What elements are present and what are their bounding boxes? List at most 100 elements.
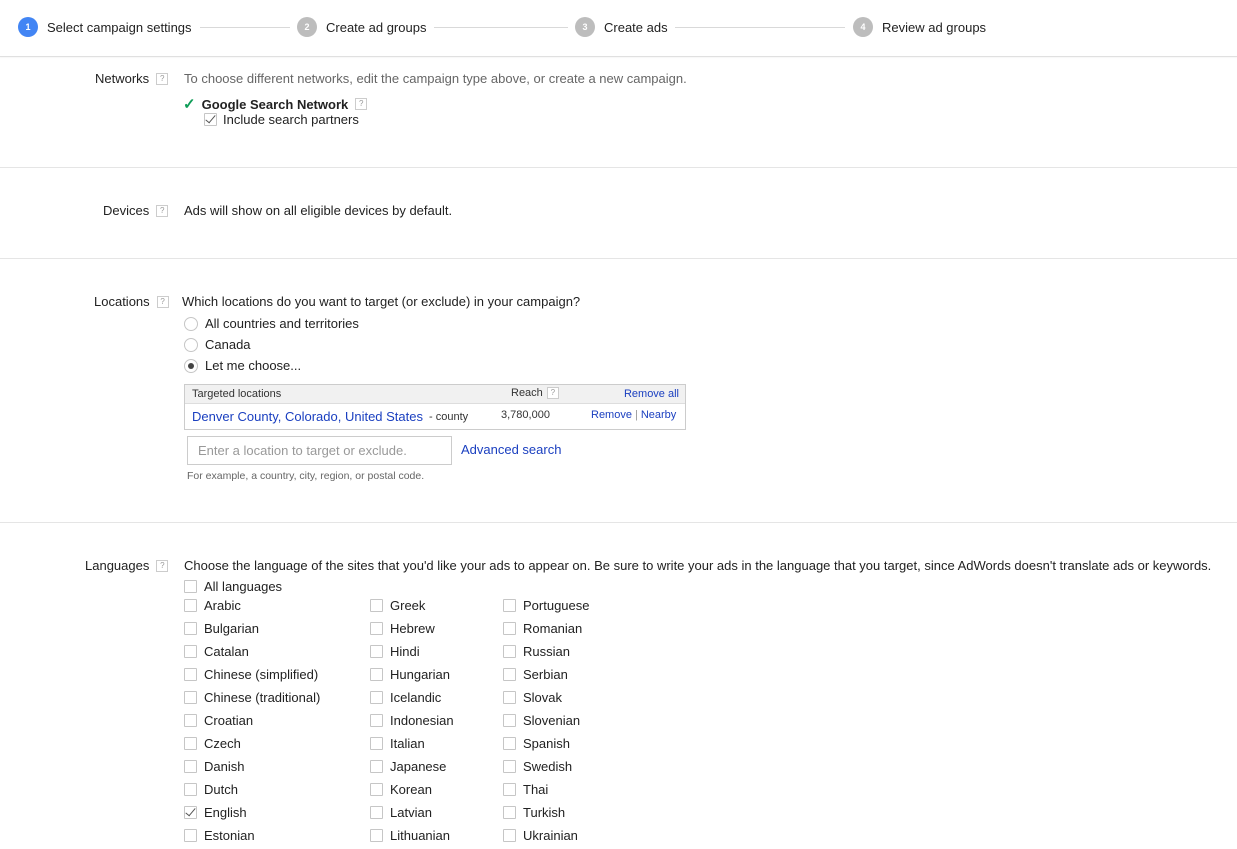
language-option[interactable]: Danish [184,759,244,774]
language-option[interactable]: Turkish [503,805,565,820]
checkbox[interactable] [503,760,516,773]
language-option[interactable]: Estonian [184,828,255,843]
checkbox[interactable] [184,622,197,635]
location-search-input[interactable] [187,436,452,465]
remove-link[interactable]: Remove [591,409,632,421]
checkbox[interactable] [184,783,197,796]
header-targeted-locations: Targeted locations [192,388,282,400]
checkbox[interactable] [184,737,197,750]
checkbox[interactable] [503,622,516,635]
location-option-canada[interactable]: Canada [184,337,251,352]
option-label: Slovak [523,690,563,705]
language-option[interactable]: English [184,805,247,820]
language-option[interactable]: Portuguese [503,598,590,613]
checkbox[interactable] [503,806,516,819]
language-option[interactable]: Italian [370,736,425,751]
radio-button[interactable] [184,337,198,352]
include-search-partners-checkbox[interactable] [204,113,217,126]
language-option[interactable]: Arabic [184,598,241,613]
help-icon[interactable]: ? [355,98,368,110]
checkbox[interactable] [184,668,197,681]
step-select-campaign-settings[interactable]: 1 Select campaign settings [18,17,192,37]
language-option[interactable]: Bulgarian [184,621,259,636]
checkbox[interactable] [184,580,197,593]
language-option[interactable]: Swedish [503,759,572,774]
checkbox[interactable] [503,668,516,681]
help-icon[interactable]: ? [156,559,169,572]
checkbox[interactable] [184,806,197,819]
checkbox[interactable] [503,691,516,704]
language-option[interactable]: Russian [503,644,570,659]
location-name-link[interactable]: Denver County, Colorado, United States [192,409,423,424]
checkbox[interactable] [370,714,383,727]
advanced-search-link[interactable]: Advanced search [461,442,561,457]
language-option[interactable]: Chinese (traditional) [184,690,320,705]
include-search-partners-option[interactable]: Include search partners [204,112,359,127]
step-create-ads[interactable]: 3 Create ads [575,17,668,37]
nearby-link[interactable]: Nearby [641,409,676,421]
help-icon[interactable]: ? [156,204,169,217]
help-icon[interactable]: ? [546,387,559,399]
checkbox[interactable] [370,737,383,750]
step-create-ad-groups[interactable]: 2 Create ad groups [297,17,426,37]
language-option[interactable]: Greek [370,598,425,613]
checkbox[interactable] [503,645,516,658]
language-option[interactable]: Ukrainian [503,828,578,843]
language-option[interactable]: Spanish [503,736,570,751]
checkbox[interactable] [184,760,197,773]
language-option[interactable]: Chinese (simplified) [184,667,318,682]
language-option-all[interactable]: All languages [184,579,282,594]
language-option[interactable]: Slovak [503,690,562,705]
language-option[interactable]: Hebrew [370,621,435,636]
checkbox[interactable] [503,599,516,612]
language-option[interactable]: Croatian [184,713,253,728]
checkbox[interactable] [370,806,383,819]
checkbox[interactable] [184,691,197,704]
language-option[interactable]: Romanian [503,621,582,636]
language-option[interactable]: Hungarian [370,667,450,682]
help-icon[interactable]: ? [156,295,169,308]
location-option-let-me-choose[interactable]: Let me choose... [184,358,301,373]
language-option[interactable]: Slovenian [503,713,580,728]
languages-description: Choose the language of the sites that yo… [184,558,1212,573]
campaign-stepper: 1 Select campaign settings 2 Create ad g… [0,0,1237,57]
language-option[interactable]: Japanese [370,759,446,774]
checkbox[interactable] [184,599,197,612]
location-hint: For example, a country, city, region, or… [187,470,425,482]
language-option[interactable]: Serbian [503,667,568,682]
checkbox[interactable] [503,829,516,842]
language-option[interactable]: Latvian [370,805,432,820]
language-option[interactable]: Lithuanian [370,828,450,843]
radio-button[interactable] [184,358,198,373]
checkbox[interactable] [370,668,383,681]
option-label: Turkish [523,805,566,820]
location-option-all-countries[interactable]: All countries and territories [184,316,359,331]
remove-all-link[interactable]: Remove all [624,388,679,400]
language-option[interactable]: Indonesian [370,713,454,728]
language-option[interactable]: Catalan [184,644,249,659]
checkbox[interactable] [184,645,197,658]
option-label: Italian [390,736,425,751]
checkbox[interactable] [184,714,197,727]
language-option[interactable]: Thai [503,782,548,797]
help-icon[interactable]: ? [156,72,169,85]
checkbox[interactable] [370,622,383,635]
language-option[interactable]: Icelandic [370,690,441,705]
language-option[interactable]: Czech [184,736,241,751]
language-option[interactable]: Dutch [184,782,238,797]
checkbox[interactable] [503,783,516,796]
radio-button[interactable] [184,316,198,331]
checkbox[interactable] [503,714,516,727]
language-option[interactable]: Hindi [370,644,420,659]
language-option[interactable]: Korean [370,782,432,797]
checkbox[interactable] [503,737,516,750]
checkbox[interactable] [370,783,383,796]
locations-question: Which locations do you want to target (o… [182,294,581,309]
checkbox[interactable] [370,760,383,773]
checkbox[interactable] [370,829,383,842]
checkbox[interactable] [370,645,383,658]
step-review-ad-groups[interactable]: 4 Review ad groups [853,17,986,37]
checkbox[interactable] [370,599,383,612]
checkbox[interactable] [184,829,197,842]
checkbox[interactable] [370,691,383,704]
